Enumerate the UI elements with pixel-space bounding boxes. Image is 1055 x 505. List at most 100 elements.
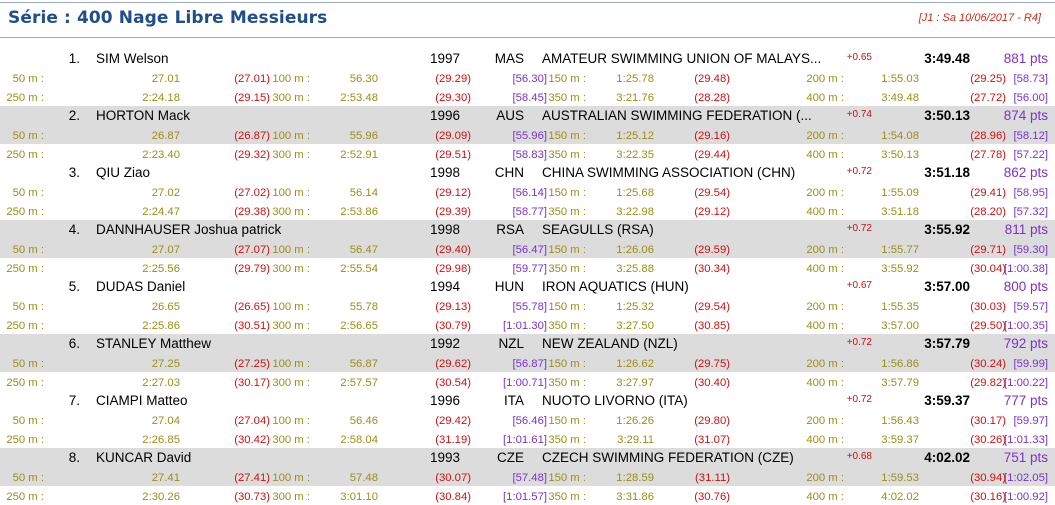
birth-year: 1994 [429, 279, 460, 294]
nation-code: CZE [497, 450, 524, 465]
split-distance: 50 m : [12, 187, 44, 199]
split-100m: [1:01.57] [503, 491, 547, 503]
split-distance: 200 m : [806, 472, 844, 484]
split-cumulative: 3:55.92 [881, 263, 919, 275]
split-distance: 250 m : [6, 377, 44, 389]
nation-code: AUS [496, 108, 524, 123]
club-name: AUSTRALIAN SWIMMING FEDERATION (... [542, 108, 812, 123]
rank: 1. [68, 51, 80, 66]
split-lap: (31.19) [435, 434, 471, 446]
split-lap: (29.30) [435, 92, 471, 104]
split-lap: (29.59) [694, 244, 730, 256]
split-100m: [57.48] [512, 472, 547, 484]
split-cumulative: 2:52.91 [340, 149, 378, 161]
split-lap: (31.11) [695, 472, 730, 484]
nation-code: CHN [494, 165, 524, 180]
points: 800 pts [1003, 279, 1048, 294]
swimmer-name: STANLEY Matthew [96, 336, 212, 351]
split-lap: (30.84) [435, 491, 471, 503]
split-distance: 200 m : [806, 358, 844, 370]
split-lap: (26.65) [234, 301, 270, 313]
rank: 4. [68, 222, 80, 237]
split-cumulative: 57.48 [349, 472, 378, 484]
split-lap: (30.73) [234, 491, 270, 503]
split-cumulative: 3:27.97 [616, 377, 654, 389]
split-lap: (29.13) [435, 301, 471, 313]
final-time: 4:02.02 [924, 450, 970, 465]
swimmer-main-row: 8. KUNCAR David 1993 CZE CZECH SWIMMING FEDE… [0, 448, 1055, 467]
split-row: 250 m :2:25.56 (29.79) 300 m :2:55.54 (29.9… [0, 258, 1055, 277]
split-100m: [55.78] [512, 301, 547, 313]
split-lap: (30.34) [694, 263, 730, 275]
split-cumulative: 1:54.08 [881, 130, 919, 142]
swimmer-name: CIAMPI Matteo [96, 393, 188, 408]
split-cumulative: 1:55.09 [881, 187, 919, 199]
split-lap: (29.38) [234, 206, 270, 218]
swimmer-main-row: 7. CIAMPI Matteo 1996 ITA NUOTO LIVORNO (ITA… [0, 391, 1055, 410]
split-cumulative: 2:55.54 [340, 263, 378, 275]
split-distance: 300 m : [272, 263, 310, 275]
split-lap: (28.28) [694, 92, 730, 104]
swimmer-main-row: 5. DUDAS Daniel 1994 HUN IRON AQUATICS (HUN)… [0, 277, 1055, 296]
reaction-time: +0.65 [846, 52, 872, 63]
split-distance: 100 m : [272, 301, 310, 313]
split-distance: 400 m : [806, 149, 844, 161]
swimmer-entry: 1. SIM Welson 1997 MAS AMATEUR SWIMMING UNIO… [0, 49, 1055, 106]
swimmer-entry: 7. CIAMPI Matteo 1996 ITA NUOTO LIVORNO (ITA… [0, 391, 1055, 448]
split-lap: (29.75) [694, 358, 730, 370]
split-lap: (30.42) [234, 434, 270, 446]
split-lap: (30.76) [694, 491, 730, 503]
split-cumulative: 56.14 [349, 187, 378, 199]
split-distance: 300 m : [272, 92, 310, 104]
final-time: 3:59.37 [924, 393, 970, 408]
swimmer-entry: 5. DUDAS Daniel 1994 HUN IRON AQUATICS (HUN)… [0, 277, 1055, 334]
split-100m: [56.14] [512, 187, 547, 199]
page-title: Série : 400 Nage Libre Messieurs [8, 8, 328, 28]
split-100m: [59.97] [1013, 415, 1048, 427]
split-lap: (29.48) [694, 73, 730, 85]
split-lap: (29.54) [694, 187, 730, 199]
nation-code: NZL [498, 336, 524, 351]
split-lap: (29.12) [694, 206, 730, 218]
swimmer-main-row: 2. HORTON Mack 1996 AUS AUSTRALIAN SWIMMING … [0, 106, 1055, 125]
final-time: 3:55.92 [924, 222, 970, 237]
swimmer-entry: 4. DANNHAUSER Joshua patrick 1998 RSA SEAGUL… [0, 220, 1055, 277]
split-row: 250 m :2:24.18 (29.15) 300 m :2:53.48 (29.3… [0, 87, 1055, 106]
split-cumulative: 3:22.35 [616, 149, 654, 161]
split-100m: [1:01.30] [503, 320, 547, 332]
split-cumulative: 1:28.59 [616, 472, 654, 484]
split-lap: (29.62) [435, 358, 471, 370]
swimmer-name: DUDAS Daniel [96, 279, 186, 294]
split-distance: 100 m : [272, 244, 310, 256]
final-time: 3:57.79 [924, 336, 970, 351]
split-distance: 400 m : [806, 434, 844, 446]
split-100m: [58.83] [512, 149, 547, 161]
split-cumulative: 56.30 [349, 73, 378, 85]
split-100m: [57.32] [1013, 206, 1048, 218]
split-row: 50 m :27.41 (27.41) 100 m :57.48 (30.07) [57… [0, 467, 1055, 486]
split-cumulative: 2:58.04 [340, 434, 378, 446]
split-cumulative: 3:22.98 [616, 206, 654, 218]
club-name: SEAGULLS (RSA) [542, 222, 654, 237]
split-100m: [1:00.71] [503, 377, 547, 389]
split-cumulative: 2:53.48 [340, 92, 378, 104]
points: 881 pts [1003, 51, 1048, 66]
reaction-time: +0.74 [846, 109, 872, 120]
split-lap: (30.85) [694, 320, 730, 332]
reaction-time: +0.72 [846, 166, 872, 177]
split-row: 250 m :2:27.03 (30.17) 300 m :2:57.57 (30.5… [0, 372, 1055, 391]
rank: 6. [68, 336, 80, 351]
split-cumulative: 1:26.62 [616, 358, 654, 370]
swimmer-entry: 6. STANLEY Matthew 1992 NZL NEW ZEALAND (NZL… [0, 334, 1055, 391]
split-lap: (27.25) [234, 358, 270, 370]
split-100m: [58.95] [1013, 187, 1048, 199]
split-distance: 250 m : [6, 491, 44, 503]
split-row: 50 m :27.25 (27.25) 100 m :56.87 (29.62) [56… [0, 353, 1055, 372]
split-cumulative: 55.78 [349, 301, 378, 313]
nation-code: ITA [504, 393, 524, 408]
birth-year: 1996 [429, 108, 460, 123]
nation-code: RSA [496, 222, 524, 237]
split-lap: (29.80) [694, 415, 730, 427]
split-lap: (29.40) [435, 244, 471, 256]
split-lap: (26.87) [234, 130, 270, 142]
